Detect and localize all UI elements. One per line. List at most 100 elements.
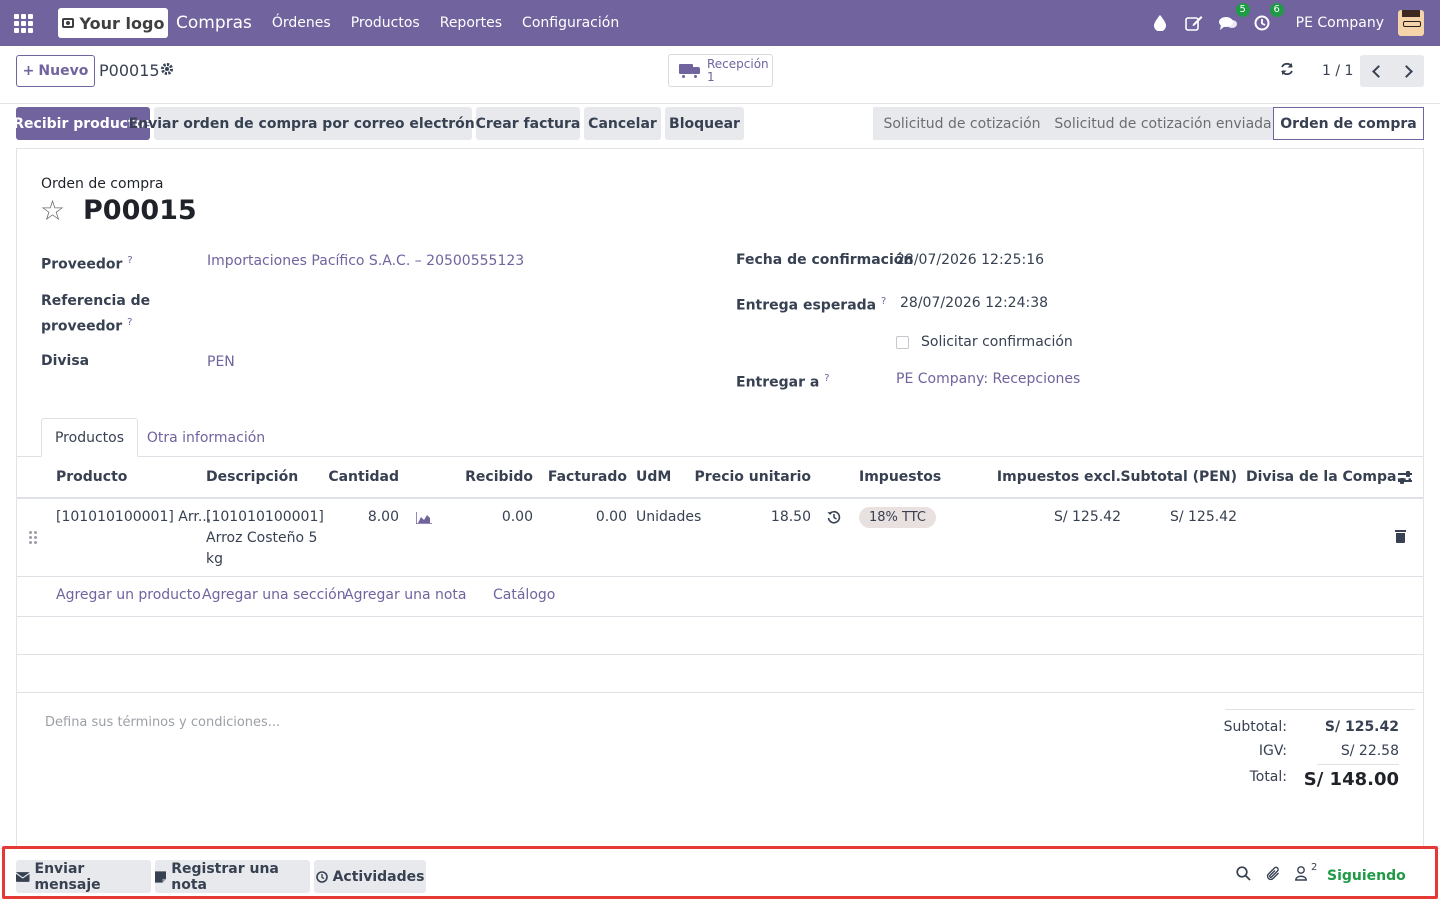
confirmation-date-label: Fecha de confirmación bbox=[736, 252, 914, 268]
activities-clock-icon[interactable]: 6 bbox=[1252, 3, 1284, 33]
cell-subtotal: S/ 125.42 bbox=[1169, 509, 1237, 525]
deliver-to-field[interactable]: PE Company: Recepciones bbox=[896, 369, 1080, 390]
currency-label: Divisa bbox=[41, 353, 90, 369]
highlight-outline bbox=[2, 846, 1438, 899]
breadcrumb-record: P00015 bbox=[99, 61, 160, 80]
igv-value: S/ 22.58 bbox=[1340, 743, 1399, 759]
menu-item-reportes[interactable]: Reportes bbox=[440, 15, 502, 31]
main-menu: Órdenes Productos Reportes Configuración bbox=[272, 15, 619, 31]
currency-field[interactable]: PEN bbox=[207, 352, 235, 373]
empty-row bbox=[17, 655, 1423, 693]
cancel-button[interactable]: Cancelar bbox=[584, 107, 661, 140]
igv-row: IGV: S/ 22.58 bbox=[1225, 743, 1399, 765]
status-bar: Recibir productos Enviar orden de compra… bbox=[0, 104, 1440, 148]
navbar-systray: 5 6 PE Company bbox=[1150, 3, 1424, 36]
col-cantidad[interactable]: Cantidad bbox=[327, 457, 399, 497]
pager-previous-button[interactable] bbox=[1360, 55, 1392, 87]
subtotal-row: Subtotal: S/ 125.42 bbox=[1223, 719, 1399, 741]
col-divisa-compania[interactable]: Divisa de la Compa... bbox=[1246, 457, 1412, 497]
company-logo[interactable]: Your logo bbox=[58, 8, 168, 38]
vendor-field[interactable]: Importaciones Pacífico S.A.C. – 20500555… bbox=[207, 251, 524, 272]
cell-producto[interactable]: [101010100001] Arr... bbox=[56, 507, 211, 528]
logo-text: Your logo bbox=[79, 13, 165, 33]
vendor-label: Proveedor ? bbox=[41, 255, 133, 273]
receipt-label: Recepción bbox=[707, 56, 769, 71]
drag-handle-icon[interactable] bbox=[29, 531, 37, 544]
drop-icon[interactable] bbox=[1150, 13, 1170, 33]
order-lines-header: Producto Descripción Cantidad Recibido F… bbox=[17, 457, 1423, 499]
col-impuestos[interactable]: Impuestos bbox=[859, 457, 941, 497]
receipt-smart-button[interactable]: Recepción 1 bbox=[668, 54, 773, 87]
new-button[interactable]: + Nuevo bbox=[16, 55, 95, 87]
app-name[interactable]: Compras bbox=[176, 13, 252, 33]
apps-menu-icon[interactable] bbox=[0, 0, 46, 46]
col-impuestos-excl[interactable]: Impuestos excl. bbox=[997, 457, 1121, 497]
col-producto[interactable]: Producto bbox=[56, 457, 127, 497]
cell-recibido: 0.00 bbox=[501, 509, 533, 525]
history-icon[interactable] bbox=[827, 510, 841, 528]
refresh-icon[interactable] bbox=[1280, 61, 1294, 81]
plus-icon: + bbox=[22, 63, 35, 79]
messages-icon[interactable]: 5 bbox=[1218, 3, 1250, 33]
tax-badge[interactable]: 18% TTC bbox=[859, 507, 936, 528]
lock-button[interactable]: Bloquear bbox=[665, 107, 744, 140]
page-title: P00015 bbox=[83, 195, 197, 226]
pager-next-button[interactable] bbox=[1392, 55, 1424, 87]
edit-icon[interactable] bbox=[1184, 13, 1204, 33]
col-descripcion[interactable]: Descripción bbox=[206, 457, 298, 497]
receipt-count: 1 bbox=[707, 69, 715, 84]
tab-productos[interactable]: Productos bbox=[41, 418, 138, 457]
trash-icon[interactable] bbox=[1395, 530, 1406, 543]
create-invoice-button[interactable]: Crear factura bbox=[476, 107, 580, 140]
empty-row bbox=[17, 617, 1423, 655]
col-subtotal[interactable]: Subtotal (PEN) bbox=[1120, 457, 1237, 497]
optional-columns-icon[interactable] bbox=[1398, 470, 1412, 484]
chevron-right-icon bbox=[1399, 64, 1413, 78]
document-type-label: Orden de compra bbox=[41, 176, 164, 192]
total-row: Total: S/ 148.00 bbox=[1225, 769, 1399, 791]
user-avatar[interactable] bbox=[1398, 10, 1424, 36]
add-section-link[interactable]: Agregar una sección bbox=[202, 587, 346, 603]
stage-purchase-order[interactable]: Orden de compra bbox=[1273, 107, 1424, 140]
menu-item-configuracion[interactable]: Configuración bbox=[522, 15, 619, 31]
gear-icon[interactable] bbox=[160, 62, 174, 80]
cell-udm[interactable]: Unidades bbox=[636, 507, 701, 528]
new-button-label: Nuevo bbox=[38, 63, 89, 79]
pager-value[interactable]: 1 / 1 bbox=[1322, 63, 1353, 79]
request-confirmation-checkbox[interactable] bbox=[896, 336, 909, 349]
igv-label: IGV: bbox=[1258, 743, 1287, 759]
star-icon[interactable]: ☆ bbox=[40, 197, 65, 225]
menu-item-productos[interactable]: Productos bbox=[351, 15, 420, 31]
notebook-tabs: Productos Otra información bbox=[17, 417, 1423, 457]
forecast-chart-icon[interactable] bbox=[415, 512, 432, 525]
cell-facturado: 0.00 bbox=[595, 509, 627, 525]
control-panel: + Nuevo P00015 Recepción 1 1 / 1 bbox=[0, 46, 1440, 104]
company-switcher[interactable]: PE Company bbox=[1296, 15, 1384, 31]
tab-otra-informacion[interactable]: Otra información bbox=[139, 418, 273, 457]
catalog-link[interactable]: Catálogo bbox=[493, 587, 555, 603]
totals-divider bbox=[1317, 764, 1399, 765]
stage-rfq-sent[interactable]: Solicitud de cotización enviada bbox=[1049, 107, 1277, 140]
stage-rfq[interactable]: Solicitud de cotización bbox=[873, 107, 1051, 140]
col-precio-unitario[interactable]: Precio unitario bbox=[695, 457, 811, 497]
cell-precio-unitario[interactable]: 18.50 bbox=[697, 507, 811, 528]
col-udm[interactable]: UdM bbox=[636, 457, 671, 497]
col-facturado[interactable]: Facturado bbox=[547, 457, 627, 497]
cell-descripcion[interactable]: [101010100001] Arroz Costeño 5 kg bbox=[206, 507, 324, 570]
cell-cantidad[interactable]: 8.00 bbox=[327, 507, 399, 528]
col-recibido[interactable]: Recibido bbox=[457, 457, 533, 497]
add-note-link[interactable]: Agregar una nota bbox=[344, 587, 466, 603]
top-navbar: Your logo Compras Órdenes Productos Repo… bbox=[0, 0, 1440, 46]
add-product-link[interactable]: Agregar un producto bbox=[56, 587, 201, 603]
subtotal-label: Subtotal: bbox=[1223, 719, 1287, 735]
chevron-left-icon bbox=[1371, 64, 1385, 78]
terms-and-conditions-input[interactable]: Defina sus términos y condiciones... bbox=[45, 715, 280, 730]
send-po-email-button[interactable]: Enviar orden de compra por correo electr… bbox=[129, 107, 497, 140]
total-label: Total: bbox=[1249, 769, 1287, 785]
menu-item-ordenes[interactable]: Órdenes bbox=[272, 15, 331, 31]
confirmation-date-field[interactable]: 28/07/2026 12:25:16 bbox=[896, 250, 1044, 271]
table-row[interactable]: [101010100001] Arr... [101010100001] Arr… bbox=[17, 499, 1423, 577]
total-value: S/ 148.00 bbox=[1303, 769, 1399, 790]
vendor-reference-label: Referencia de proveedor ? bbox=[41, 293, 151, 335]
expected-arrival-field[interactable]: 28/07/2026 12:24:38 bbox=[900, 293, 1048, 314]
